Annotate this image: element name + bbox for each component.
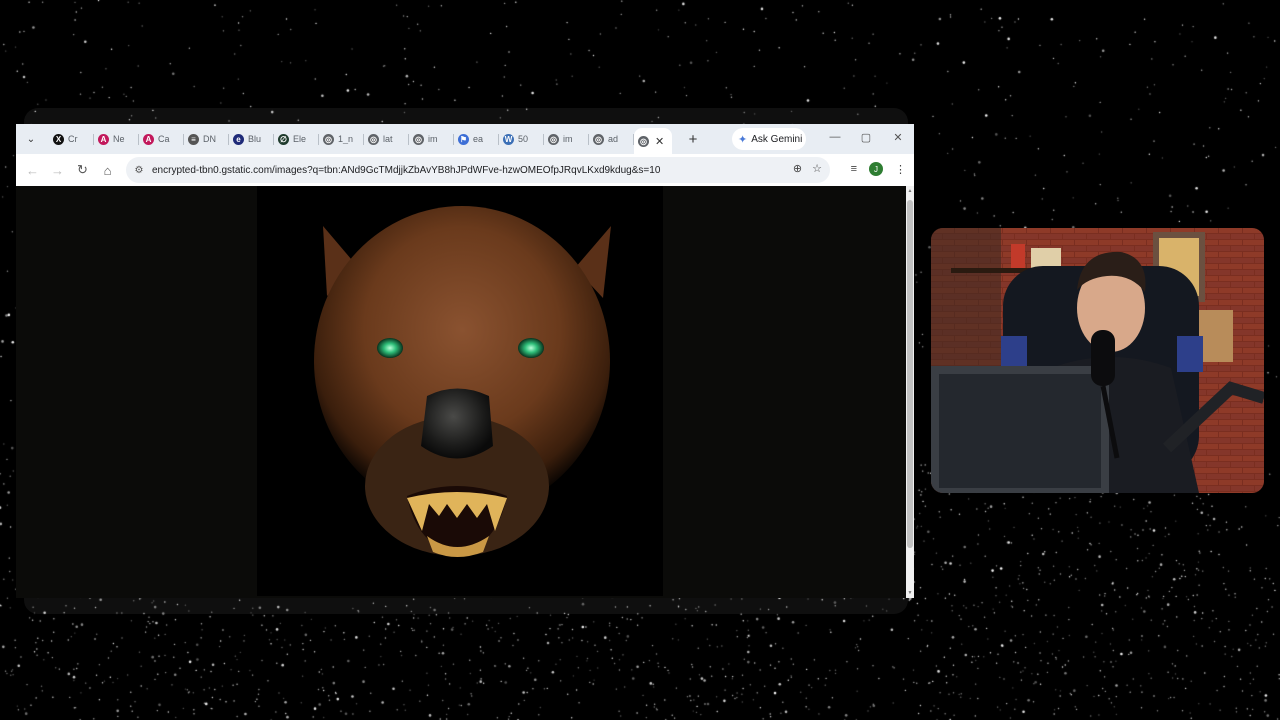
tab[interactable]: A Ca — [139, 128, 184, 150]
tab-search-icon[interactable]: ⌄ — [21, 129, 41, 149]
wolf-illustration — [257, 186, 663, 596]
ask-gemini-label: Ask Gemini — [751, 133, 803, 145]
tab-label: 50 — [518, 134, 529, 144]
app-icon: A — [98, 133, 109, 145]
w-icon: W — [503, 133, 514, 145]
forward-icon[interactable]: → — [45, 163, 70, 178]
tab-label: DN — [203, 134, 216, 144]
wolf-image[interactable] — [257, 186, 663, 596]
tab[interactable]: e Blu — [229, 128, 274, 150]
gemini-icon: ✦ — [738, 133, 748, 146]
minimize-icon[interactable]: — — [828, 131, 842, 143]
tab-label: Ca — [158, 134, 170, 144]
scroll-up-icon[interactable]: ▲ — [906, 188, 914, 194]
address-bar[interactable]: ⚙ encrypted-tbn0.gstatic.com/images?q=tb… — [126, 157, 830, 183]
ask-gemini-button[interactable]: ✦ Ask Gemini — [732, 128, 806, 150]
tab-label: Blu — [248, 134, 262, 144]
tab[interactable]: W 50 — [499, 128, 544, 150]
globe-icon: ◎ — [368, 133, 379, 145]
globe-icon: ◎ — [323, 133, 334, 145]
tab-label: 1_n — [338, 134, 354, 144]
browser-toolbar: ← → ↻ ⌂ ⚙ encrypted-tbn0.gstatic.com/ima… — [16, 154, 914, 186]
maximize-icon[interactable]: ▢ — [859, 131, 873, 144]
tab-label: Ele — [293, 134, 307, 144]
tab[interactable]: ◎ lat — [364, 128, 409, 150]
tab[interactable]: ◎ im — [544, 128, 589, 150]
site-info-icon[interactable]: ⚙ — [126, 165, 152, 176]
tab[interactable]: A Ne — [94, 128, 139, 150]
tab-label: lat — [383, 134, 393, 144]
tab[interactable]: ≡ DN — [184, 128, 229, 150]
back-icon[interactable]: ← — [20, 163, 45, 178]
reading-list-icon[interactable]: ≡ — [851, 163, 857, 175]
flag-icon: ⚑ — [458, 133, 469, 145]
close-window-icon[interactable]: ✕ — [891, 131, 905, 144]
reload-icon[interactable]: ↻ — [70, 162, 95, 178]
leaf-icon: ∅ — [278, 133, 289, 145]
tab-active[interactable]: ◎ ✕ — [634, 128, 672, 154]
tab[interactable]: X Cr — [49, 128, 94, 150]
app-icon: A — [143, 133, 154, 145]
home-icon[interactable]: ⌂ — [95, 163, 120, 178]
webcam-scene — [931, 228, 1264, 493]
lines-icon: ≡ — [188, 133, 199, 145]
tab-label: ea — [473, 134, 484, 144]
tab-label: Cr — [68, 134, 78, 144]
tab[interactable]: ⚑ ea — [454, 128, 499, 150]
tab-label: im — [563, 134, 573, 144]
tab-strip: ⌄ X Cr A Ne A Ca ≡ DN e Blu ∅ Ele ◎ 1_n ◎ lat ◎ im ⚑ ea W 50 ◎… — [16, 124, 914, 154]
tab-label: ad — [608, 134, 619, 144]
menu-icon[interactable]: ⋮ — [895, 163, 906, 176]
tab[interactable]: ∅ Ele — [274, 128, 319, 150]
tab[interactable]: ◎ im — [409, 128, 454, 150]
page-viewport — [16, 186, 906, 598]
webcam-overlay — [931, 228, 1264, 493]
globe-icon: ◎ — [413, 133, 424, 145]
close-tab-icon[interactable]: ✕ — [655, 135, 664, 148]
globe-icon: ◎ — [548, 133, 559, 145]
scrollbar-thumb[interactable] — [907, 200, 913, 548]
profile-avatar[interactable]: J — [869, 162, 883, 176]
e-icon: e — [233, 133, 244, 145]
browser-window: ⌄ X Cr A Ne A Ca ≡ DN e Blu ∅ Ele ◎ 1_n ◎ lat ◎ im ⚑ ea W 50 ◎… — [16, 124, 914, 598]
tab[interactable]: ◎ ad — [589, 128, 634, 150]
url-text: encrypted-tbn0.gstatic.com/images?q=tbn:… — [152, 164, 661, 176]
tab-label: im — [428, 134, 438, 144]
vertical-scrollbar[interactable]: ▲ ▼ — [906, 186, 914, 598]
globe-icon: ◎ — [638, 135, 649, 147]
globe-icon: ◎ — [593, 133, 604, 145]
tab[interactable]: ◎ 1_n — [319, 128, 364, 150]
x-icon: X — [53, 133, 64, 145]
new-tab-button[interactable]: + — [680, 131, 706, 148]
zoom-icon[interactable]: ⊕ — [793, 162, 802, 175]
tab-label: Ne — [113, 134, 125, 144]
scroll-down-icon[interactable]: ▼ — [906, 590, 914, 596]
bookmark-star-icon[interactable]: ☆ — [812, 162, 822, 175]
